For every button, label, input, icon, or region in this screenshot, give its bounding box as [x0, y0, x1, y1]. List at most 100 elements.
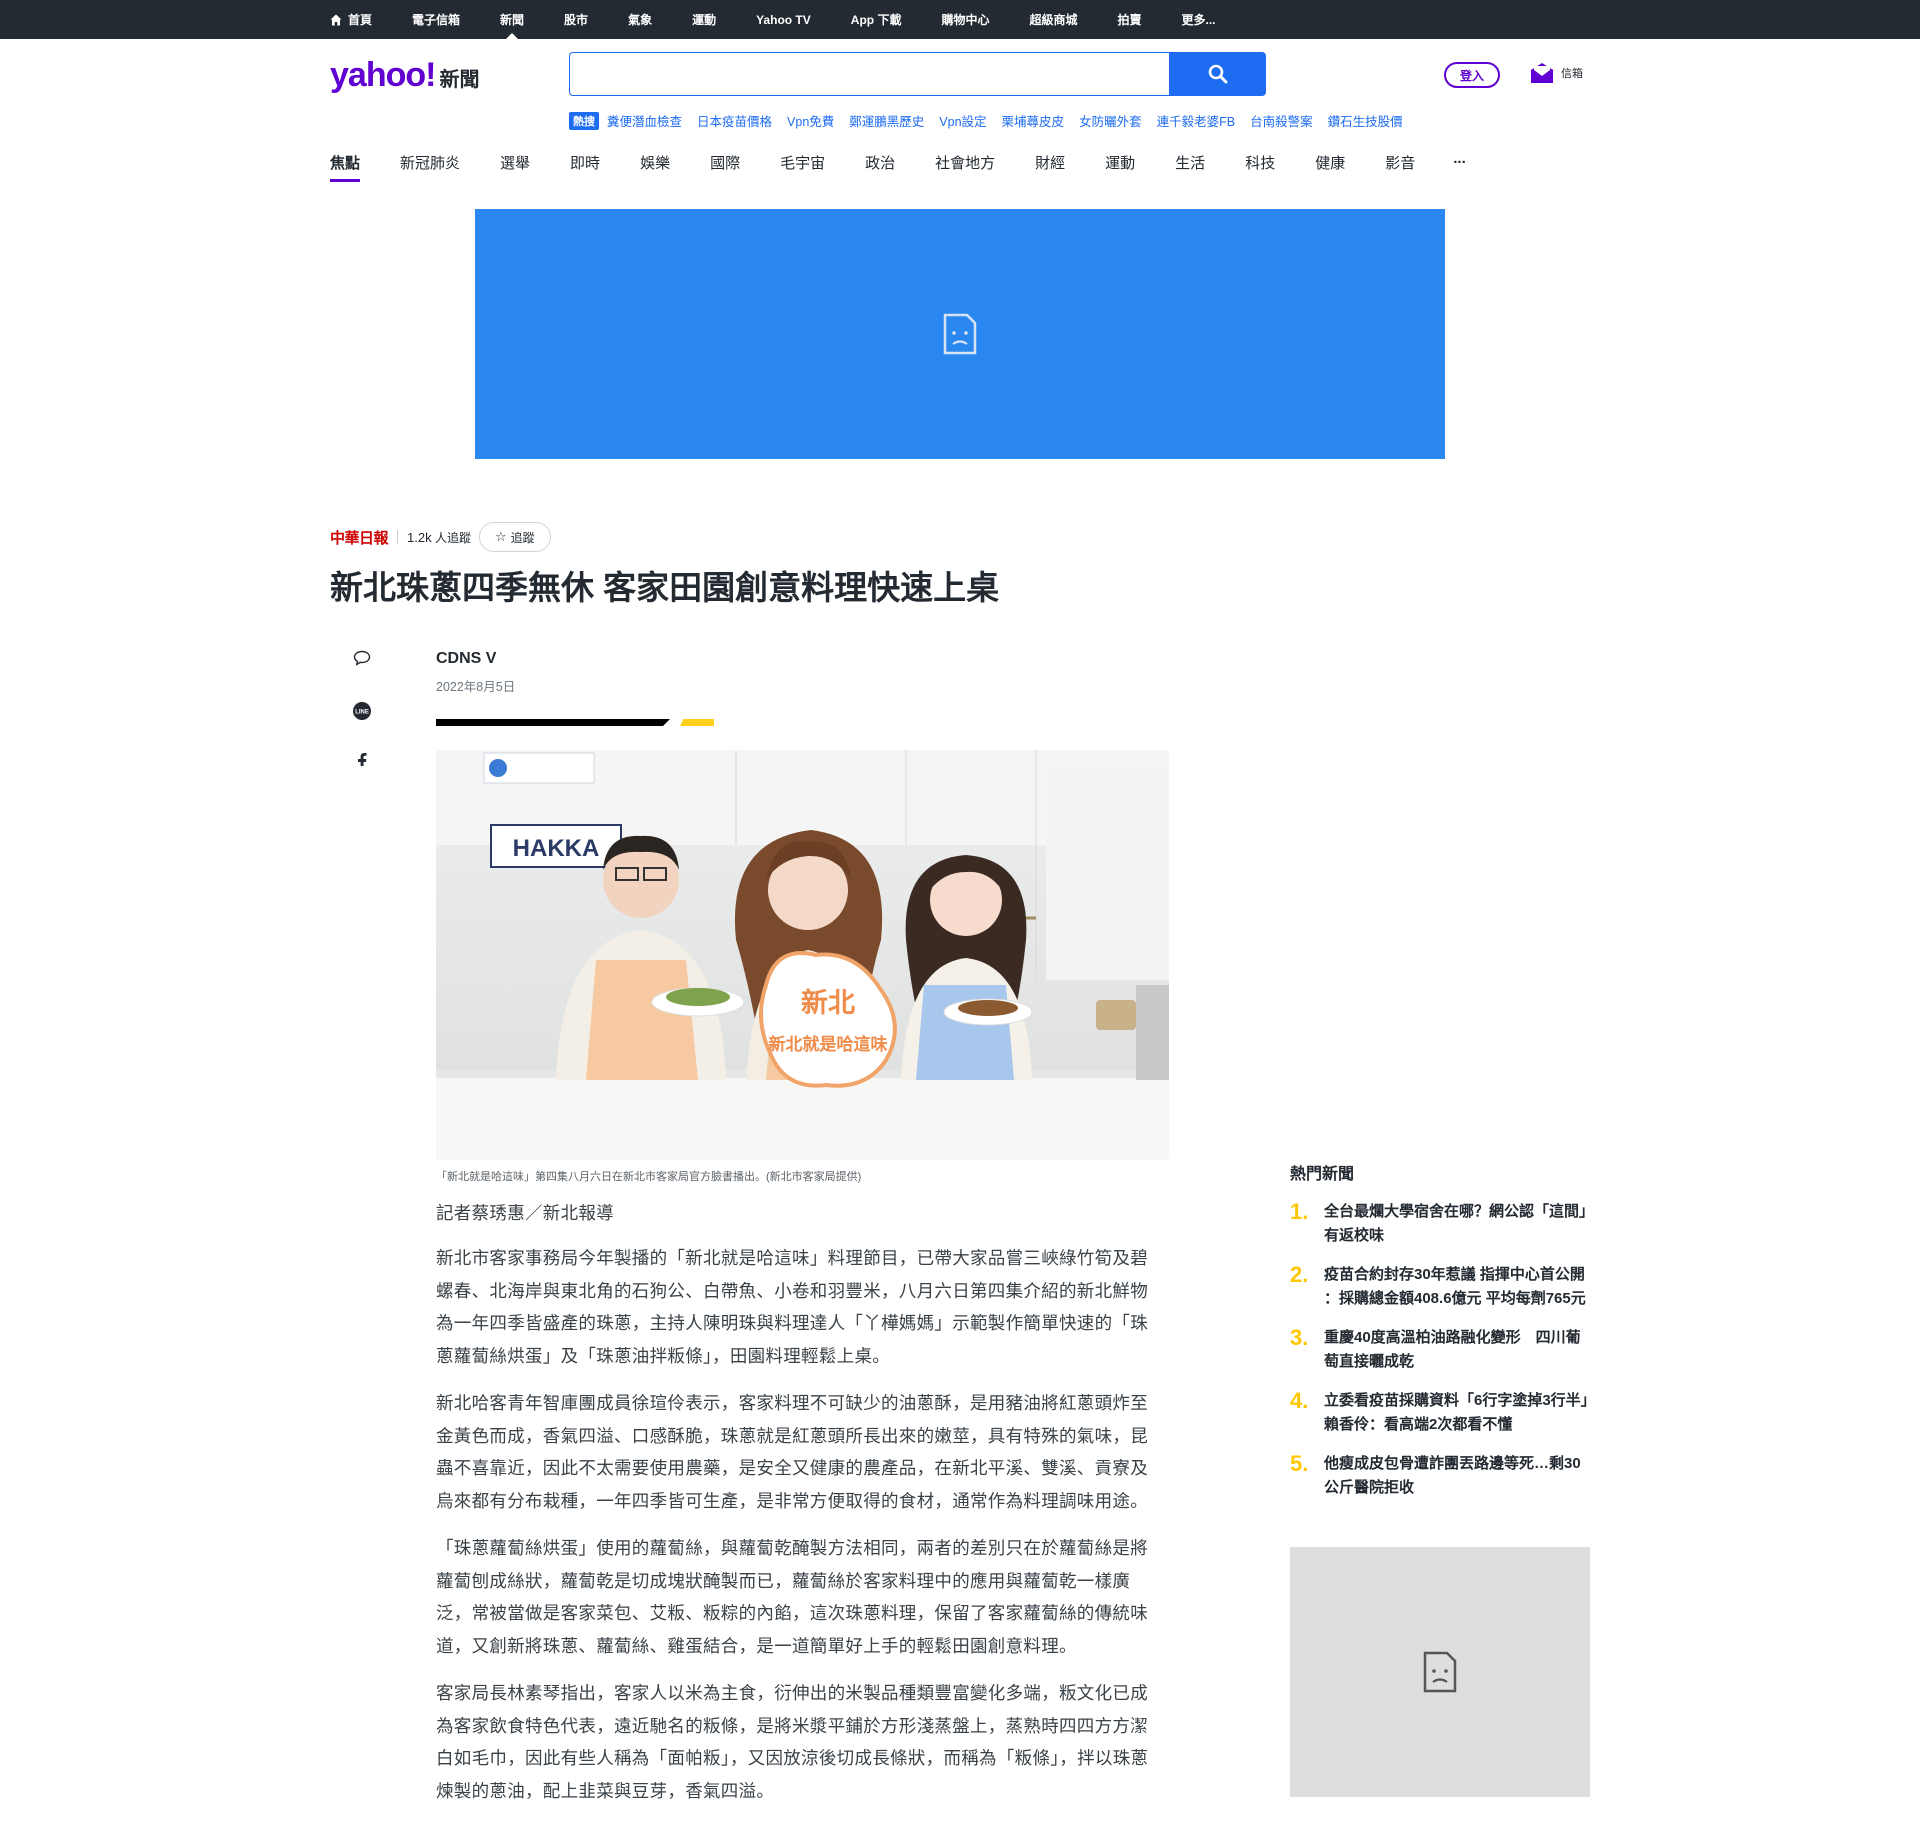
trending-link-6[interactable]: 栗埔蕁皮皮: [1002, 111, 1065, 130]
comment-icon: [353, 650, 371, 666]
popular-news-headline: 重慶40度高溫柏油路融化變形 四川葡萄直接曬成乾: [1324, 1329, 1581, 1370]
top-nav-label: 氣象: [628, 13, 653, 27]
top-nav-item-5[interactable]: 氣象: [628, 0, 652, 39]
category-tab-4[interactable]: 即時: [570, 152, 600, 182]
top-nav-item-6[interactable]: 運動: [692, 0, 716, 39]
ad-banner-side[interactable]: [1290, 1547, 1590, 1797]
top-nav-item-2[interactable]: 電子信箱: [412, 0, 460, 39]
top-nav-item-8[interactable]: App 下載: [851, 0, 902, 39]
top-nav-label: 首頁: [348, 13, 373, 27]
search-input[interactable]: [569, 52, 1169, 96]
logo-section-text: 新聞: [439, 69, 480, 91]
top-nav-item-10[interactable]: 超級商城: [1029, 0, 1077, 39]
popular-news-rank: 1.: [1290, 1199, 1309, 1224]
trending-link-3[interactable]: Vpn免費: [787, 111, 834, 130]
article-author[interactable]: CDNS V: [436, 650, 496, 668]
source-logo[interactable]: 中華日報: [330, 527, 389, 548]
login-button[interactable]: 登入: [1444, 62, 1500, 88]
article-date: 2022年8月5日: [436, 680, 516, 694]
trending-searches: 熱搜 糞便潛血檢查 日本疫苗價格 Vpn免費 鄭運鵬黑歷史 Vpn設定 栗埔蕁皮皮 女防曬外…: [569, 111, 1418, 130]
popular-news-item[interactable]: 2. 疫苗合約封存30年惹議 指揮中心首公開 ：採購總金額408.6億元 平均每劑…: [1290, 1263, 1590, 1311]
mail-link[interactable]: 信箱: [1530, 62, 1583, 84]
category-tab-5[interactable]: 娛樂: [640, 152, 670, 182]
popular-news-rank: 5.: [1290, 1451, 1309, 1476]
popular-news-item[interactable]: 4. 立委看疫苗採購資料「6行字塗掉3行半」 賴香伶：看高端2次都看不懂: [1290, 1388, 1603, 1437]
line-share[interactable]: LINE: [350, 699, 374, 723]
logo-yahoo-text: yahoo!: [330, 56, 436, 94]
comment-share[interactable]: [350, 646, 374, 670]
category-nav: 焦點 新冠肺炎 選舉 即時 娛樂 國際 毛宇宙 政治 社會地方 財經 運動 生活 科技 健康 影音...: [330, 150, 1466, 182]
photo-caption: 「新北就是哈這味」第四集八月六日在新北市客家局官方臉書播出。(新北市客家局提供): [436, 1171, 862, 1183]
popular-news: 熱門新聞 1. 全台最爛大學宿舍在哪？網公認「這間」有返校味 2. 疫苗合約封存30年…: [1290, 1160, 1603, 1515]
yahoo-news-logo[interactable]: yahoo! 新聞: [330, 56, 480, 94]
top-nav-items: 首頁 電子信箱 新聞 股市 氣象 運動 Yahoo TV App 下載 購物中心 超級商城 拍賣 更多…: [330, 0, 1256, 39]
category-tab-15[interactable]: 影音: [1385, 152, 1415, 182]
category-tab-10[interactable]: 財經: [1035, 152, 1065, 182]
follower-count: 1.2k 人追蹤: [407, 529, 471, 546]
popular-news-headline: 疫苗合約封存30年惹議 指揮中心首公開 ：採購總金額408.6億元 平均每劑76…: [1324, 1266, 1586, 1307]
category-tab-3[interactable]: 選舉: [500, 152, 530, 182]
kitchen-photo-illustration: HAKKA 新北 新北就是哈這味: [436, 750, 1169, 1160]
broken-image-icon: [943, 313, 977, 355]
facebook-share[interactable]: [350, 752, 374, 766]
top-nav-item-4[interactable]: 股市: [564, 0, 588, 39]
article-paragraph-3: 「珠蔥蘿蔔絲烘蛋」使用的蘿蔔絲，與蘿蔔乾醃製方法相同，兩者的差別只在於蘿蔔絲是將…: [436, 1538, 1148, 1656]
trending-link-4[interactable]: 鄭運鵬黑歷史: [849, 111, 924, 130]
top-nav-item-7[interactable]: Yahoo TV: [756, 0, 811, 39]
category-tab-6[interactable]: 國際: [710, 152, 740, 182]
top-nav-item-12[interactable]: 更多...: [1182, 0, 1216, 39]
source-divider: [397, 530, 399, 544]
top-nav-label: 運動: [692, 13, 717, 27]
popular-news-headline: 他瘦成皮包骨遭詐團丟路邊等死…剩30公斤醫院拒收: [1324, 1455, 1581, 1496]
line-icon: LINE: [353, 702, 371, 720]
article-paragraph-2: 新北哈客青年智庫團成員徐瑄伶表示，客家料理不可缺少的油蔥酥，是用豬油將紅蔥頭炸至…: [436, 1393, 1148, 1511]
popular-news-item[interactable]: 3. 重慶40度高溫柏油路融化變形 四川葡萄直接曬成乾: [1290, 1326, 1590, 1374]
category-tab-14[interactable]: 健康: [1315, 152, 1345, 182]
trending-link-8[interactable]: 連千毅老婆FB: [1157, 111, 1235, 130]
category-tab-12[interactable]: 生活: [1175, 152, 1205, 182]
popular-news-rank: 2.: [1290, 1262, 1309, 1287]
trending-link-10[interactable]: 鑽石生技股價: [1328, 111, 1403, 130]
category-tab-2[interactable]: 新冠肺炎: [400, 152, 460, 182]
svg-text:新北: 新北: [801, 987, 855, 1019]
top-nav-label: 電子信箱: [412, 13, 461, 27]
trending-link-9[interactable]: 台南殺警案: [1250, 111, 1313, 130]
broken-image-icon: [1423, 1651, 1457, 1693]
category-tab-9[interactable]: 社會地方: [935, 152, 995, 182]
top-nav-bar: 首頁 電子信箱 新聞 股市 氣象 運動 Yahoo TV App 下載 購物中心 超級商城 拍賣 更多…: [0, 0, 1920, 39]
article-photo[interactable]: HAKKA 新北 新北就是哈這味: [436, 750, 1169, 1160]
category-tab-11[interactable]: 運動: [1105, 152, 1135, 182]
search-button[interactable]: [1169, 52, 1266, 96]
category-tab-13[interactable]: 科技: [1245, 152, 1275, 182]
popular-news-rank: 4.: [1290, 1388, 1309, 1413]
top-nav-item-3[interactable]: 新聞: [500, 0, 524, 39]
follower-number: 1.2k: [407, 529, 432, 545]
top-nav-label: App 下載: [850, 13, 902, 27]
popular-news-item[interactable]: 1. 全台最爛大學宿舍在哪？網公認「這間」有返校味: [1290, 1200, 1590, 1248]
trending-link-2[interactable]: 日本疫苗價格: [697, 111, 772, 130]
article-source-row: 中華日報 1.2k 人追蹤 ☆ 追蹤: [330, 522, 551, 552]
popular-news-headline: 全台最爛大學宿舍在哪？網公認「這間」有返校味: [1324, 1203, 1587, 1244]
top-nav-item-11[interactable]: 拍賣: [1117, 0, 1141, 39]
article-paragraph-1: 新北市客家事務局今年製播的「新北就是哈這味」料理節目，已帶大家品嘗三峽綠竹筍及碧…: [436, 1248, 1148, 1366]
trending-link-5[interactable]: Vpn設定: [939, 111, 986, 130]
photo-board-text: 新北就是哈這味: [769, 1034, 888, 1055]
category-tab-8[interactable]: 政治: [865, 152, 895, 182]
trending-link-1[interactable]: 糞便潛血檢查: [607, 111, 682, 130]
trending-link-7[interactable]: 女防曬外套: [1079, 111, 1142, 130]
category-more-button[interactable]: ...: [1453, 150, 1466, 182]
category-tab-1[interactable]: 焦點: [330, 152, 361, 182]
top-nav-label: Yahoo TV: [756, 12, 811, 27]
trending-badge: 熱搜: [569, 111, 599, 130]
top-nav-item-1[interactable]: 首頁: [330, 0, 372, 39]
top-nav-label: 購物中心: [941, 13, 990, 27]
top-nav-item-9[interactable]: 購物中心: [941, 0, 989, 39]
category-tab-7[interactable]: 毛宇宙: [780, 152, 825, 182]
decorative-bar-black: [436, 719, 670, 726]
follow-button[interactable]: ☆ 追蹤: [478, 522, 551, 552]
popular-news-item[interactable]: 5. 他瘦成皮包骨遭詐團丟路邊等死…剩30公斤醫院拒收: [1290, 1452, 1590, 1500]
ad-banner-top[interactable]: [475, 209, 1445, 459]
follow-label: 追蹤: [510, 530, 535, 545]
top-nav-label: 股市: [564, 13, 589, 27]
article-paragraph-4: 客家局長林素琴指出，客家人以米為主食，衍伸出的米製品種類豐富變化多端，粄文化已成…: [436, 1683, 1149, 1801]
